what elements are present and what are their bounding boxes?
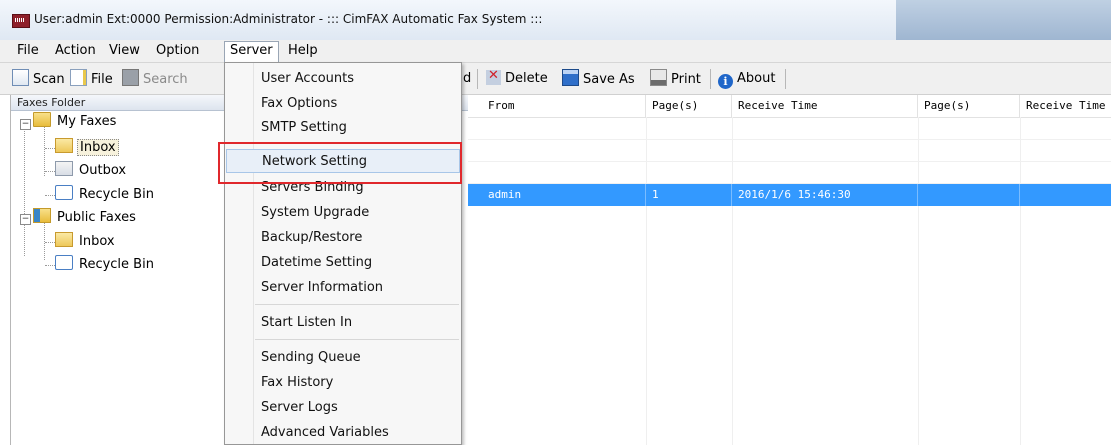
menu-bar: File Action View Option Server Help [0,40,1111,63]
app-icon [12,14,30,28]
menu-separator [255,339,459,340]
menu-server[interactable]: Server [224,41,279,62]
search-icon [122,69,139,86]
tree-item-label: Recycle Bin [79,257,154,272]
menu-item-fax-history[interactable]: Fax History [226,371,460,395]
menu-option[interactable]: Option [151,42,204,60]
save-as-label: Save As [583,72,635,87]
list-header: From Page(s) Receive Time Page(s) Receiv… [468,95,1111,118]
about-button[interactable]: i About [718,69,775,89]
collapse-my-faxes-toggle[interactable]: − [20,119,31,130]
search-button[interactable]: Search [122,69,188,89]
column-header-receive-time-2[interactable]: Receive Time [1020,95,1111,117]
cell-pages-2 [918,184,1020,206]
tree-line [45,195,55,196]
tree-item-label: Outbox [79,163,127,178]
file-label: File [91,72,113,87]
info-icon: i [718,74,733,89]
menu-action[interactable]: Action [50,42,101,60]
scan-label: Scan [33,72,65,87]
file-icon [70,69,87,86]
toolbar: Scan File Search d Delete Save As Print … [0,63,1111,95]
column-header-pages[interactable]: Page(s) [646,95,732,117]
toolbar-separator [785,69,786,89]
menu-help[interactable]: Help [283,42,323,60]
tree-item-my-faxes[interactable]: My Faxes [33,111,118,133]
tree-line [44,126,45,176]
toolbar-partial-label: d [463,71,472,86]
tree-line [45,265,55,266]
search-label: Search [143,72,188,87]
menu-item-backup-restore[interactable]: Backup/Restore [226,226,460,250]
tree-line [45,148,55,149]
menu-item-start-listen-in[interactable]: Start Listen In [226,311,460,335]
menu-item-server-information[interactable]: Server Information [226,276,460,300]
tree-item-outbox[interactable]: Outbox [55,160,128,182]
toolbar-separator [710,69,711,89]
toolbar-separator [477,69,478,89]
menu-separator [255,304,459,305]
tree-item-label: Recycle Bin [79,187,154,202]
tree-line [45,242,55,243]
cell-from: admin [482,184,646,206]
menu-item-advanced-variables[interactable]: Advanced Variables [226,421,460,445]
recycle-bin-icon [55,185,73,200]
collapse-public-faxes-toggle[interactable]: − [20,214,31,225]
tree-line [24,124,25,256]
annotation-highlight-box [218,142,462,184]
menu-item-system-upgrade[interactable]: System Upgrade [226,201,460,225]
tree-item-inbox[interactable]: Inbox [55,137,119,159]
table-row-empty [468,117,1111,140]
inbox-icon [55,232,73,247]
delete-button[interactable]: Delete [486,66,548,89]
title-bar-glass [896,0,1111,40]
scan-button[interactable]: Scan [12,69,65,89]
recycle-bin-icon [55,255,73,270]
delete-label: Delete [505,71,548,86]
cell-pages: 1 [646,184,732,206]
tree-item-public-recycle-bin[interactable]: Recycle Bin [55,254,156,276]
tree-item-label: Inbox [77,139,119,156]
save-icon [562,69,579,86]
menu-item-fax-options[interactable]: Fax Options [226,92,460,116]
file-button[interactable]: File [70,69,113,89]
tree-item-public-inbox[interactable]: Inbox [55,231,117,253]
delete-icon [486,66,501,86]
save-as-button[interactable]: Save As [562,69,635,89]
tree-item-label: Public Faxes [57,210,136,225]
column-header-from[interactable]: From [482,95,646,117]
menu-item-user-accounts[interactable]: User Accounts [226,67,460,91]
public-folder-icon [33,208,51,223]
folder-icon [33,112,51,127]
about-label: About [737,71,776,86]
cell-receive-time: 2016/1/6 15:46:30 [732,184,918,206]
scan-icon [12,69,29,86]
tree-item-recycle-bin[interactable]: Recycle Bin [55,184,156,206]
menu-item-smtp-setting[interactable]: SMTP Setting [226,116,460,140]
table-row-empty [468,139,1111,162]
tree-line [45,171,55,172]
column-header-pages-2[interactable]: Page(s) [918,95,1020,117]
fax-list: From Page(s) Receive Time Page(s) Receiv… [468,95,1111,445]
inbox-icon [55,138,73,153]
tree-item-label: My Faxes [57,114,117,129]
tree-item-public-faxes[interactable]: Public Faxes [33,207,138,229]
menu-file[interactable]: File [12,42,44,60]
tree-item-label: Inbox [79,234,115,249]
table-row[interactable]: admin 1 2016/1/6 15:46:30 [468,184,1111,206]
server-menu: User Accounts Fax Options SMTP Setting N… [224,62,462,445]
menu-view[interactable]: View [104,42,145,60]
table-row-empty [468,161,1111,184]
column-header-receive-time[interactable]: Receive Time [732,95,918,117]
menu-item-server-logs[interactable]: Server Logs [226,396,460,420]
title-bar: User:admin Ext:0000 Permission:Administr… [0,0,1111,41]
menu-item-datetime-setting[interactable]: Datetime Setting [226,251,460,275]
menu-item-sending-queue[interactable]: Sending Queue [226,346,460,370]
window-title: User:admin Ext:0000 Permission:Administr… [34,12,543,26]
print-icon [650,69,667,86]
outbox-icon [55,161,73,176]
print-label: Print [671,72,701,87]
print-button[interactable]: Print [650,69,701,89]
